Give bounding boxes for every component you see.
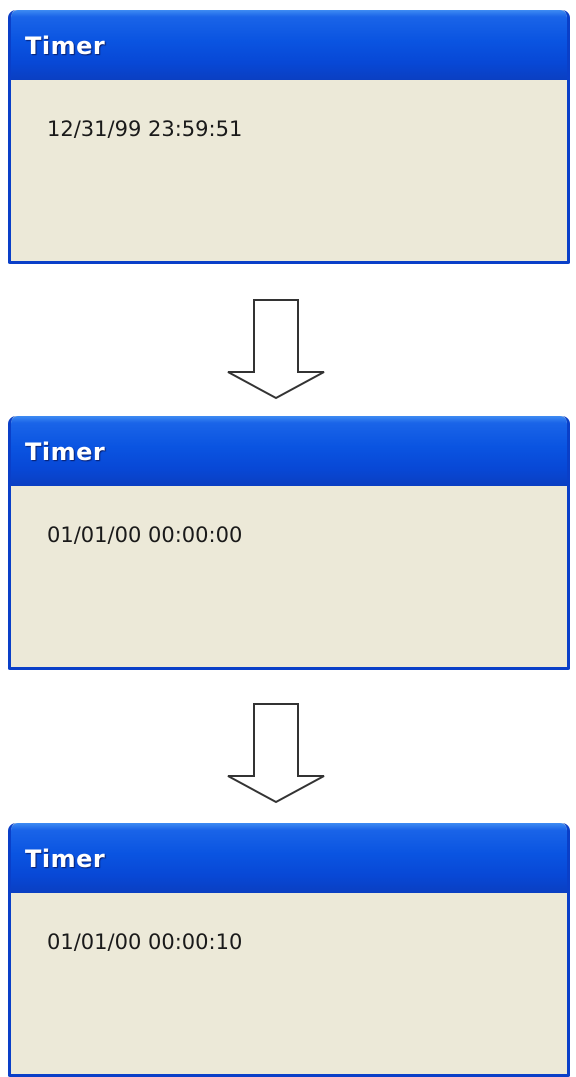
timer-window-3: Timer 01/01/00 00:00:10 (8, 823, 570, 1077)
timestamp-text: 01/01/00 00:00:00 (47, 523, 243, 547)
title-bar[interactable]: Timer (11, 416, 567, 486)
timer-window-2: Timer 01/01/00 00:00:00 (8, 416, 570, 670)
title-bar[interactable]: Timer (11, 10, 567, 80)
window-title: Timer (25, 845, 106, 873)
timestamp-text: 01/01/00 00:00:10 (47, 930, 243, 954)
window-title: Timer (25, 32, 106, 60)
timestamp-text: 12/31/99 23:59:51 (47, 117, 243, 141)
window-client-area: 01/01/00 00:00:10 (11, 893, 567, 1074)
title-bar[interactable]: Timer (11, 823, 567, 893)
down-arrow-icon (227, 299, 325, 400)
timer-window-1: Timer 12/31/99 23:59:51 (8, 10, 570, 264)
window-client-area: 12/31/99 23:59:51 (11, 80, 567, 261)
window-title: Timer (25, 438, 106, 466)
window-client-area: 01/01/00 00:00:00 (11, 486, 567, 667)
down-arrow-icon (227, 703, 325, 804)
